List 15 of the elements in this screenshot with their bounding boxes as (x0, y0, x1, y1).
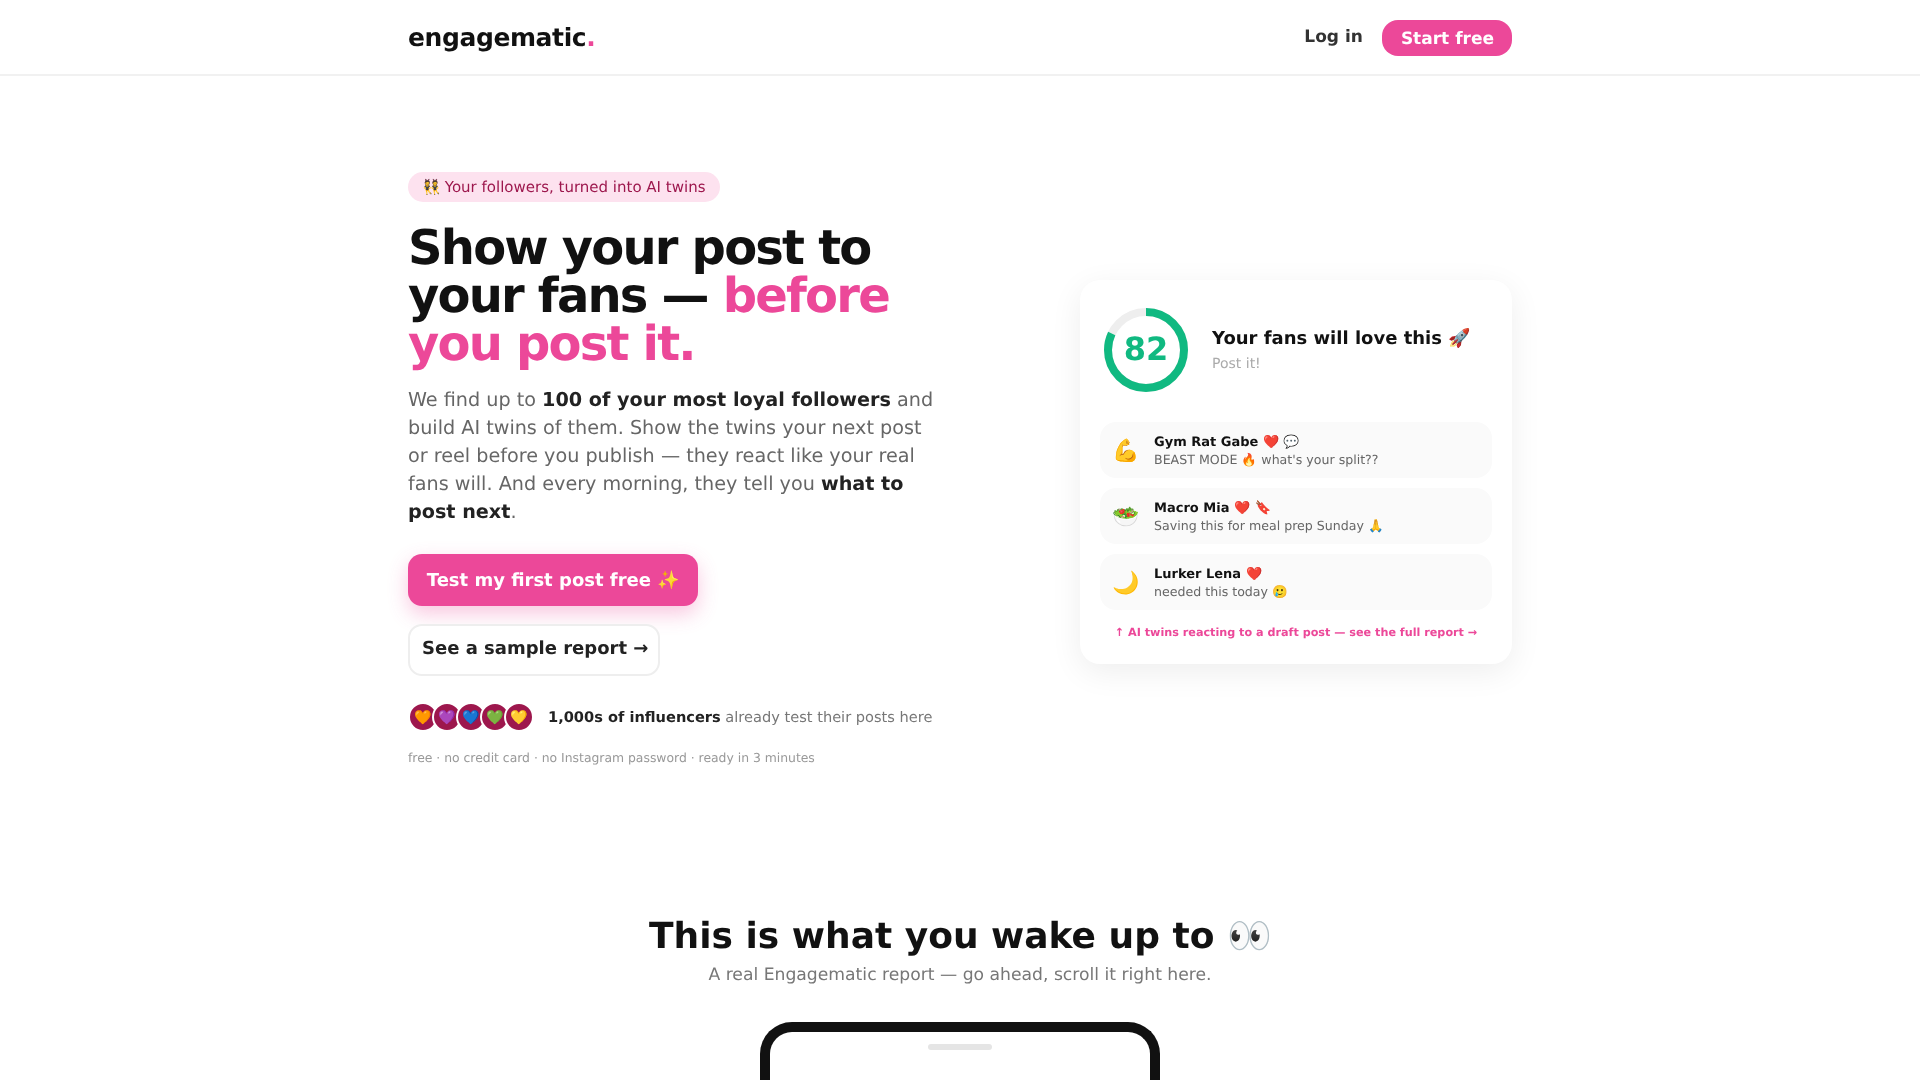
test-post-button[interactable]: Test my first post free ✨ (408, 554, 698, 606)
section-subtitle: A real Engagematic report — go ahead, scroll it right here. (708, 966, 1212, 986)
hero-description: We find up to 100 of your most loyal followers and build AI twins of them. Show the twins your next post or reel before you publish — they react like your real fans will. And every morning, they tell you what to post next. (408, 388, 936, 528)
sample-report-button[interactable]: See a sample report → (408, 624, 660, 676)
login-link[interactable]: Log in (1304, 27, 1363, 47)
section-title: This is what you wake up to 👀 (649, 914, 1271, 958)
start-free-button[interactable]: Start free (1382, 19, 1512, 55)
verdict-title: Your fans will love this 🚀 (1212, 328, 1471, 350)
avatar-emoji: 💪 (1112, 437, 1140, 463)
score-ring (1100, 304, 1192, 396)
score-value: 82 (1123, 334, 1169, 366)
hero-headline: Show your post to your fans — before you post it. (408, 224, 891, 368)
avatar-emoji: 🥗 (1112, 503, 1140, 529)
logo[interactable]: engagematic. (408, 22, 596, 52)
avatar-emoji: 🌙 (1112, 569, 1140, 595)
